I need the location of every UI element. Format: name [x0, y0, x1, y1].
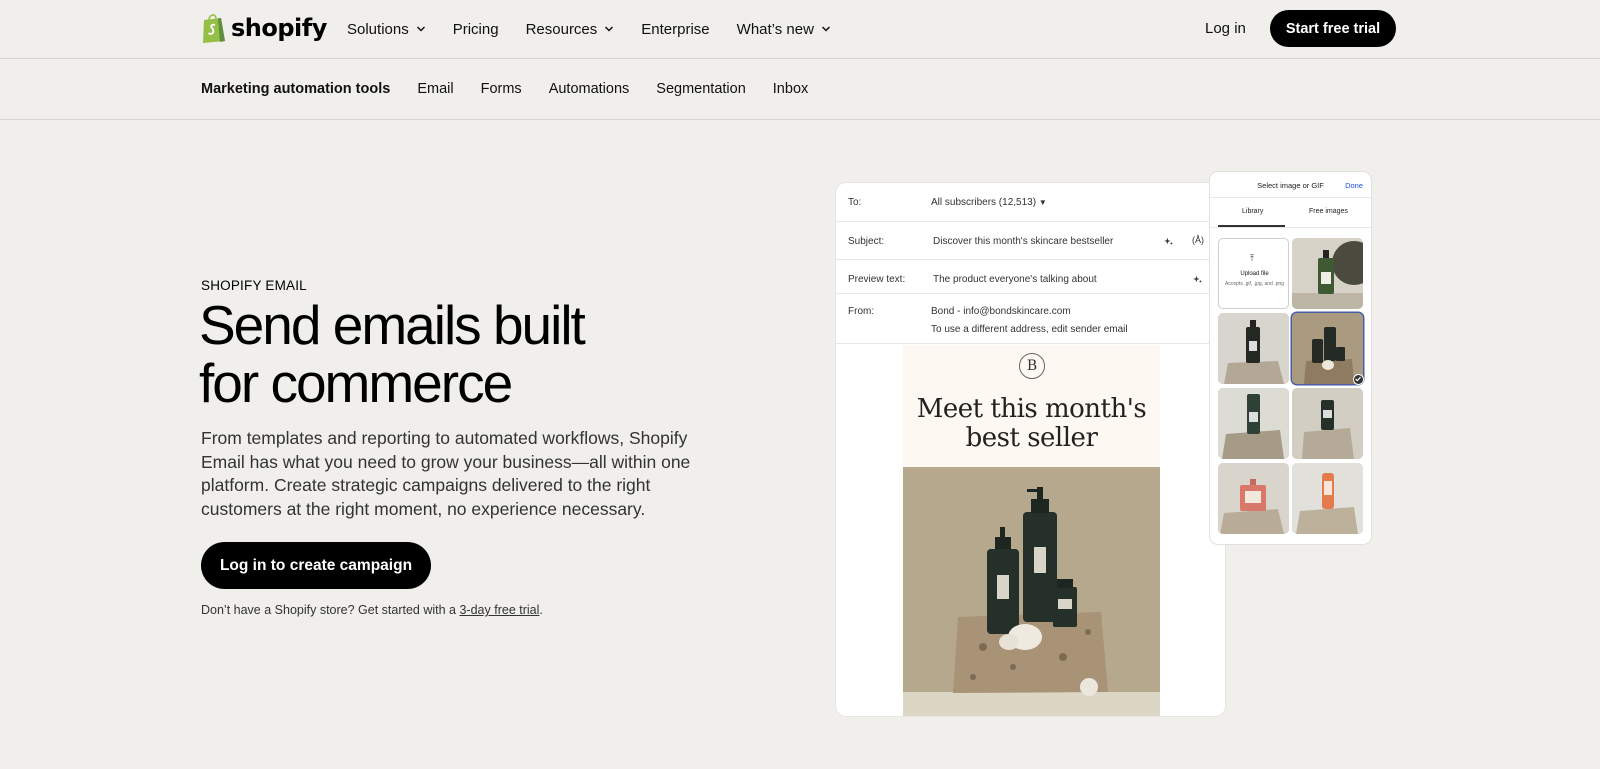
to-label: To:: [848, 197, 862, 208]
thumbnail-image: [1292, 313, 1363, 384]
upload-icon: ⤒: [1250, 253, 1254, 263]
image-picker-panel: Select image or GIF Done Library Free im…: [1210, 172, 1371, 544]
subnav-email[interactable]: Email: [417, 81, 453, 97]
top-navigation: shopify Solutions Pricing Resources Ente…: [0, 0, 1600, 59]
primary-nav: Solutions Pricing Resources Enterprise W…: [347, 0, 858, 58]
shopify-logo[interactable]: shopify: [201, 12, 327, 43]
tab-free-images[interactable]: Free images: [1309, 208, 1348, 215]
nav-resources[interactable]: Resources: [526, 21, 615, 38]
email-heading-line2: best seller: [965, 423, 1098, 453]
login-link[interactable]: Log in: [1205, 20, 1246, 37]
thumbnail-image: [1292, 388, 1363, 459]
nav-enterprise[interactable]: Enterprise: [641, 21, 709, 38]
selected-check-icon: [1353, 374, 1364, 385]
hero-eyebrow: SHOPIFY EMAIL: [201, 278, 307, 293]
thumbnail-image: [1218, 313, 1289, 384]
email-preview-header: B Meet this month's best seller: [903, 345, 1160, 467]
nav-enterprise-label: Enterprise: [641, 20, 710, 38]
shopify-bag-icon: [203, 14, 225, 43]
image-thumbnail[interactable]: [1218, 313, 1289, 384]
free-trial-link[interactable]: 3-day free trial: [459, 603, 539, 617]
checkmark-icon: [1355, 376, 1361, 382]
thumbnail-image: [1218, 463, 1289, 534]
to-dropdown[interactable]: All subscribers (12,513) ▼: [931, 197, 1047, 208]
email-heading: Meet this month's best seller: [903, 395, 1160, 453]
sub-navigation: Marketing automation tools Email Forms A…: [0, 59, 1600, 120]
from-value: Bond - info@bondskincare.com: [931, 306, 1071, 317]
tab-library[interactable]: Library: [1242, 208, 1263, 215]
divider: [836, 293, 1225, 294]
nav-pricing-label: Pricing: [452, 20, 499, 38]
subnav-segmentation[interactable]: Segmentation: [656, 81, 745, 97]
from-hint[interactable]: To use a different address, edit sender …: [931, 324, 1128, 335]
sparkle-icon[interactable]: [1164, 237, 1174, 247]
preview-text-input[interactable]: The product everyone's talking about: [933, 274, 1097, 285]
image-thumbnail[interactable]: [1218, 463, 1289, 534]
subnav-automations[interactable]: Automations: [549, 81, 630, 97]
hero-footnote: Don’t have a Shopify store? Get started …: [201, 603, 543, 617]
image-thumbnail[interactable]: [1292, 463, 1363, 534]
thumbnail-image: [1218, 388, 1289, 459]
subnav-inbox[interactable]: Inbox: [773, 81, 808, 97]
thumbnail-image: [1292, 463, 1363, 534]
nav-solutions[interactable]: Solutions: [347, 21, 426, 38]
divider: [836, 259, 1225, 260]
chevron-down-icon: [416, 26, 425, 32]
divider: [836, 221, 1225, 222]
product-photo: [903, 467, 1160, 716]
upload-hint: Accepts .gif, .jpg, and .png: [1225, 281, 1284, 287]
brand-logo: B: [1019, 353, 1045, 379]
image-thumbnail[interactable]: [1292, 238, 1363, 309]
subnav-items: Marketing automation tools Email Forms A…: [201, 59, 835, 119]
start-free-trial-button[interactable]: Start free trial: [1270, 10, 1396, 47]
subnav-forms[interactable]: Forms: [481, 81, 522, 97]
caret-down-icon: ▼: [1038, 198, 1047, 207]
subnav-marketing-automation-tools[interactable]: Marketing automation tools: [201, 81, 390, 97]
chevron-down-icon: [605, 26, 614, 32]
subject-label: Subject:: [848, 236, 885, 247]
personalize-icon[interactable]: (Å): [1192, 235, 1204, 245]
hero-description: From templates and reporting to automate…: [201, 428, 691, 519]
image-thumbnail[interactable]: [1292, 388, 1363, 459]
chevron-down-icon: [821, 26, 830, 32]
logo-wordmark: shopify: [231, 13, 327, 42]
nav-whats-new[interactable]: What’s new: [737, 21, 831, 38]
preview-text-label: Preview text:: [848, 274, 906, 285]
hero-headline-line2: for commerce: [199, 352, 513, 414]
hero-headline-line1: Send emails built: [199, 294, 586, 356]
nav-solutions-label: Solutions: [347, 20, 409, 38]
footnote-suffix: .: [539, 603, 543, 617]
to-value: All subscribers (12,513): [931, 197, 1037, 208]
hero-headline: Send emails built for commerce: [199, 296, 659, 412]
divider: [1210, 227, 1371, 228]
from-label: From:: [848, 306, 875, 317]
done-button[interactable]: Done: [1345, 181, 1363, 190]
email-heading-line1: Meet this month's: [916, 394, 1147, 424]
nav-whats-new-label: What’s new: [736, 20, 814, 38]
image-thumbnail-selected[interactable]: [1292, 313, 1363, 384]
footnote-prefix: Don’t have a Shopify store? Get started …: [201, 603, 460, 617]
upload-file-tile[interactable]: ⤒ Upload file Accepts .gif, .jpg, and .p…: [1218, 238, 1289, 309]
product-illustration: [903, 467, 1160, 716]
divider: [836, 343, 1225, 344]
nav-pricing[interactable]: Pricing: [453, 21, 499, 38]
sparkle-icon[interactable]: [1193, 275, 1203, 285]
thumbnail-image: [1292, 238, 1363, 309]
subject-input[interactable]: Discover this month's skincare bestselle…: [933, 236, 1113, 247]
login-create-campaign-button[interactable]: Log in to create campaign: [201, 542, 431, 589]
email-editor-card: To: All subscribers (12,513) ▼ Subject: …: [836, 183, 1225, 716]
divider: [1210, 197, 1371, 198]
upload-label: Upload file: [1240, 271, 1269, 277]
nav-resources-label: Resources: [525, 20, 598, 38]
image-thumbnail[interactable]: [1218, 388, 1289, 459]
